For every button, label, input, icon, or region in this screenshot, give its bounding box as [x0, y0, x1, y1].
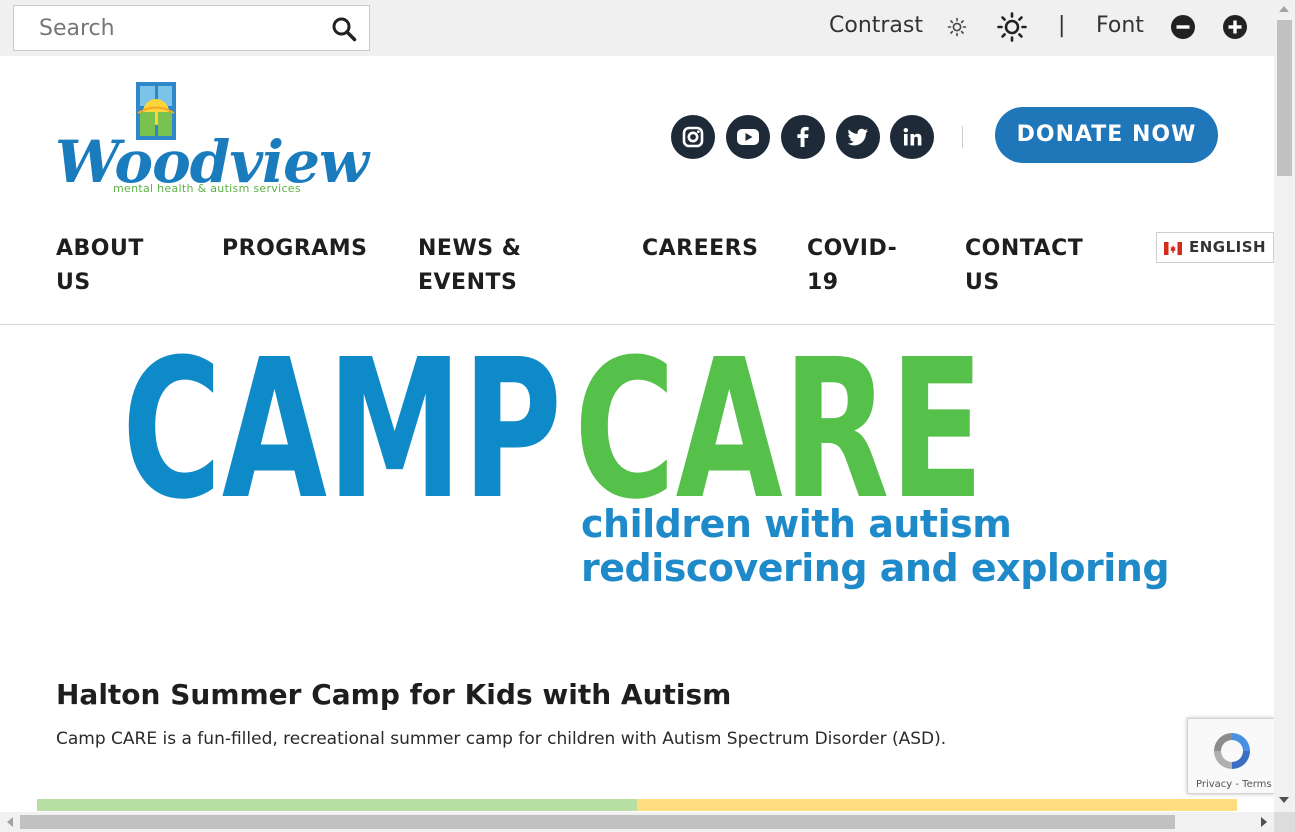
nav-label-line: US: [965, 270, 1000, 295]
green-accent-stripe: [37, 799, 637, 811]
nav-divider: [0, 324, 1274, 325]
font-increase-icon[interactable]: [1222, 14, 1248, 40]
camp-subtitle-line-2: rediscovering and exploring: [581, 546, 1170, 590]
nav-label-line: COVID-: [807, 236, 898, 261]
facebook-icon[interactable]: [781, 115, 825, 159]
search-icon[interactable]: [331, 16, 357, 42]
font-label: Font: [1096, 13, 1144, 38]
twitter-icon[interactable]: [836, 115, 880, 159]
nav-item-about-us[interactable]: ABOUT US: [56, 232, 144, 300]
nav-label-line: CONTACT: [965, 236, 1084, 261]
recaptcha-badge[interactable]: Privacy - Terms: [1187, 718, 1275, 794]
scroll-down-arrow-icon[interactable]: [1279, 797, 1289, 803]
youtube-icon[interactable]: [726, 115, 770, 159]
language-selector[interactable]: ENGLISH: [1156, 232, 1274, 263]
horizontal-scrollbar[interactable]: [0, 812, 1274, 832]
horizontal-scroll-thumb[interactable]: [20, 815, 1175, 829]
nav-item-careers[interactable]: CAREERS: [642, 232, 758, 266]
search-box: [13, 5, 370, 51]
contrast-label: Contrast: [829, 13, 924, 38]
linkedin-icon[interactable]: [890, 115, 934, 159]
nav-label-line: CAREERS: [642, 236, 759, 261]
high-contrast-icon[interactable]: [996, 11, 1028, 43]
intro-paragraph: Camp CARE is a fun-filled, recreational …: [56, 729, 947, 749]
language-label: ENGLISH: [1189, 238, 1267, 256]
accessibility-toolbar: Contrast | Font: [0, 0, 1274, 56]
nav-label-line: ABOUT: [56, 236, 144, 261]
nav-label-line: US: [56, 270, 91, 295]
header-divider: [962, 126, 963, 148]
nav-item-news-events[interactable]: NEWS & EVENTS: [418, 232, 521, 300]
nav-label-line: NEWS &: [418, 236, 522, 261]
font-decrease-icon[interactable]: [1170, 14, 1196, 40]
canada-flag-icon: [1164, 242, 1182, 255]
scroll-up-arrow-icon[interactable]: [1279, 6, 1289, 12]
vertical-scrollbar[interactable]: [1274, 0, 1295, 832]
recaptcha-icon: [1214, 733, 1250, 769]
care-word: CARE: [574, 348, 984, 508]
camp-word: CAMP: [122, 348, 562, 508]
vertical-scroll-thumb[interactable]: [1277, 20, 1292, 176]
nav-item-contact-us[interactable]: CONTACT US: [965, 232, 1083, 300]
toolbar-divider: |: [1058, 13, 1066, 38]
logo-tagline: mental health & autism services: [113, 182, 301, 195]
recaptcha-links[interactable]: Privacy - Terms: [1196, 779, 1272, 790]
instagram-icon[interactable]: [671, 115, 715, 159]
scrollbar-corner: [1274, 812, 1295, 832]
low-contrast-icon[interactable]: [946, 16, 968, 38]
donate-now-button[interactable]: DONATE NOW: [995, 107, 1218, 163]
page-heading: Halton Summer Camp for Kids with Autism: [56, 678, 732, 711]
woodview-logo[interactable]: Woodview mental health & autism services: [55, 80, 369, 198]
yellow-accent-stripe: [637, 799, 1237, 811]
nav-label-line: PROGRAMS: [222, 236, 368, 261]
camp-care-title: CAMP CARE: [122, 348, 984, 508]
nav-label-line: EVENTS: [418, 270, 518, 295]
scroll-left-arrow-icon[interactable]: [7, 817, 13, 827]
nav-item-programs[interactable]: PROGRAMS: [222, 232, 368, 266]
camp-subtitle-line-1: children with autism: [581, 502, 1012, 546]
nav-item-covid-19[interactable]: COVID- 19: [807, 232, 897, 300]
nav-label-line: 19: [807, 270, 839, 295]
scroll-right-arrow-icon[interactable]: [1261, 817, 1267, 827]
search-input[interactable]: [14, 6, 324, 50]
